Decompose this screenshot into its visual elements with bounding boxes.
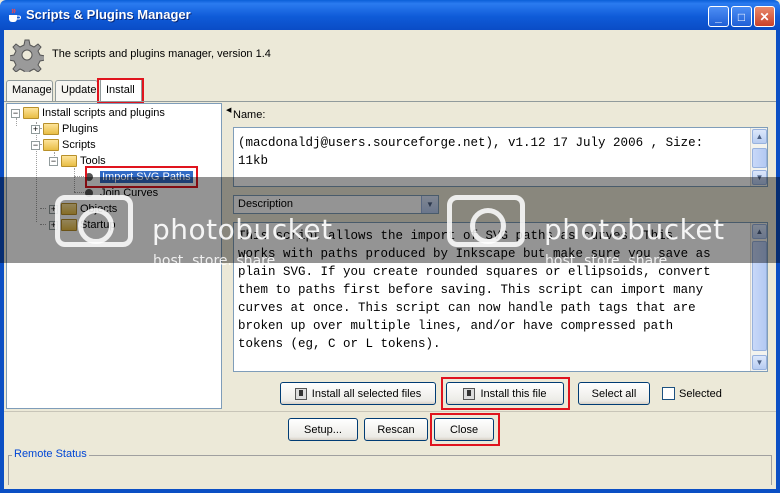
install-all-selected-button[interactable]: Install all selected files	[280, 382, 436, 405]
folder-open-icon	[23, 107, 39, 119]
splitter-arrow-icon[interactable]: ◀	[226, 106, 231, 114]
java-cup-icon	[6, 7, 22, 23]
description-line: plain SVG. If you create rounded squares…	[238, 265, 711, 279]
window-frame-bottom	[0, 489, 780, 493]
expand-icon[interactable]: +	[31, 124, 40, 134]
gear-icon	[8, 38, 46, 77]
watermark-title: photobucket	[544, 213, 725, 246]
description-line: broken up over multiple lines, and/or ha…	[238, 319, 674, 333]
tab-manage[interactable]: Manage	[6, 80, 53, 101]
rescan-button[interactable]: Rescan	[364, 418, 428, 441]
folder-icon	[43, 123, 59, 135]
description-line: tokens (eg, C or L tokens).	[238, 337, 441, 351]
name-line-1: (macdonaldj@users.sourceforge.net), v1.1…	[238, 136, 704, 150]
tree-label-plugins: Plugins	[62, 123, 99, 135]
install-all-selected-label: Install all selected files	[311, 387, 422, 400]
selected-checkbox-group[interactable]: Selected	[662, 387, 722, 400]
watermark-title: photobucket	[152, 213, 333, 246]
name-label: Name:	[233, 109, 266, 121]
remote-status-label: Remote Status	[12, 448, 89, 460]
header-text: The scripts and plugins manager, version…	[52, 48, 271, 60]
close-window-button[interactable]: ✕	[754, 6, 775, 27]
minimize-button[interactable]: _	[708, 6, 729, 27]
photobucket-logo-icon	[55, 195, 133, 247]
tab-update[interactable]: Update	[55, 80, 98, 101]
tab-panel-border	[4, 101, 776, 102]
collapse-icon[interactable]: −	[31, 140, 40, 150]
separator	[4, 411, 776, 412]
watermark-subtitle: host. store. share.	[153, 253, 280, 269]
tree-label-root: Install scripts and plugins	[42, 107, 165, 119]
install-icon	[294, 387, 307, 400]
folder-open-icon	[43, 139, 59, 151]
collapse-icon[interactable]: −	[11, 108, 20, 118]
name-line-2: 11kb	[238, 154, 269, 168]
description-line: them to paths first before saving. This …	[238, 283, 704, 297]
tree-item-root[interactable]: − Install scripts and plugins	[11, 105, 165, 121]
folder-open-icon	[61, 155, 77, 167]
watermark-subtitle: host. store. share.	[545, 253, 672, 269]
description-line: curves at once. This script can now hand…	[238, 301, 696, 315]
selected-checkbox[interactable]	[662, 387, 675, 400]
selected-checkbox-label: Selected	[679, 387, 722, 400]
select-all-button[interactable]: Select all	[578, 382, 650, 405]
tree-label-scripts: Scripts	[62, 139, 96, 151]
scroll-down-icon[interactable]: ▼	[752, 355, 767, 370]
photobucket-logo-icon	[447, 195, 525, 247]
close-button-highlight	[430, 413, 500, 446]
remote-status-panel	[8, 455, 772, 485]
scroll-up-icon[interactable]: ▲	[752, 129, 767, 144]
setup-button[interactable]: Setup...	[288, 418, 358, 441]
maximize-button[interactable]: □	[731, 6, 752, 27]
collapse-icon[interactable]: −	[49, 156, 58, 166]
tree-item-plugins[interactable]: + Plugins	[31, 121, 98, 137]
window-title: Scripts & Plugins Manager	[26, 7, 191, 22]
install-this-file-highlight	[441, 377, 570, 410]
tab-install-highlight	[97, 78, 144, 103]
tree-item-scripts[interactable]: − Scripts	[31, 137, 96, 153]
scroll-thumb[interactable]	[752, 148, 767, 168]
